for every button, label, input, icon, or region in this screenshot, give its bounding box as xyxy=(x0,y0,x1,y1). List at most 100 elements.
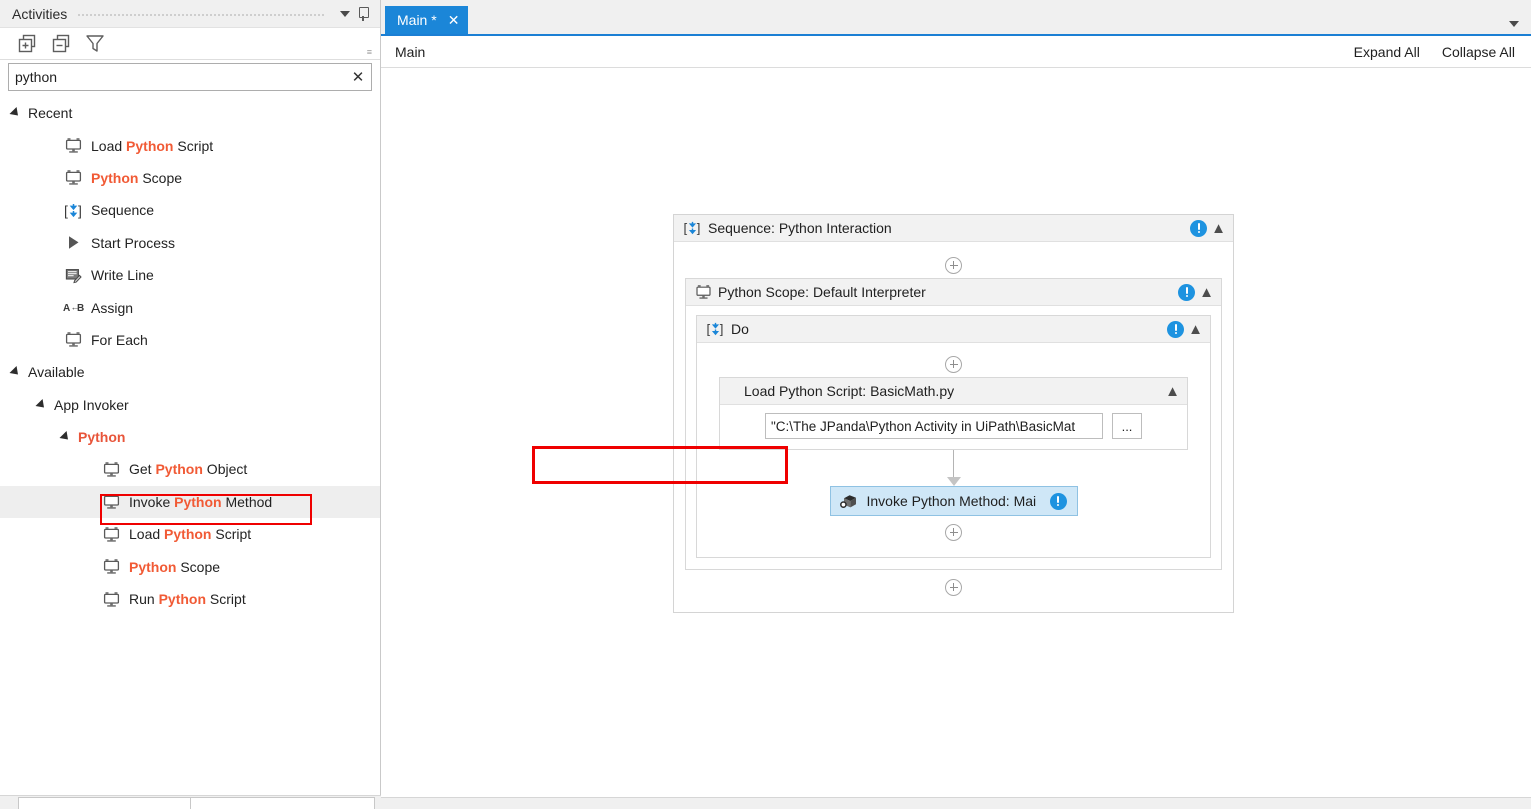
tree-item-label: For Each xyxy=(91,331,148,348)
invoke-method-icon xyxy=(839,492,859,510)
tree-group-recent[interactable]: Recent xyxy=(0,97,380,129)
expander-triangle-icon xyxy=(9,366,22,379)
tab-overflow-chevron-down-icon[interactable] xyxy=(1509,21,1519,27)
activity-icon xyxy=(100,526,122,543)
tree-group-available[interactable]: Available xyxy=(0,356,380,388)
tree-group-python[interactable]: Python xyxy=(0,421,380,453)
tree-item-get-python-object[interactable]: Get Python Object xyxy=(0,453,380,485)
tree-item-assign[interactable]: A ← B Assign xyxy=(0,291,380,323)
chevron-up-icon[interactable]: ▲ xyxy=(1165,384,1180,399)
arrow-down-icon xyxy=(946,477,961,486)
plus-icon[interactable] xyxy=(945,355,962,373)
svg-text:]: ] xyxy=(697,221,701,236)
add-activity-slot-do-top[interactable] xyxy=(719,351,1188,377)
breadcrumb-bar: Main Expand All Collapse All xyxy=(381,36,1531,68)
tree-item-load-python-script-available[interactable]: Load Python Script xyxy=(0,518,380,550)
tree-item-python-scope-available[interactable]: Python Scope xyxy=(0,550,380,582)
toolbar-overflow-icon[interactable]: ≡ xyxy=(367,48,372,57)
search-box[interactable]: python ✕ xyxy=(8,63,372,91)
sequence-header[interactable]: [ ] Sequence: Python Interaction ▲ xyxy=(674,215,1233,242)
add-activity-slot-top[interactable] xyxy=(685,252,1222,278)
browse-button[interactable]: ... xyxy=(1112,413,1142,439)
panel-title: Activities xyxy=(12,5,68,22)
pin-icon xyxy=(357,6,369,21)
expand-all-button[interactable] xyxy=(10,31,44,57)
tree-item-label: Python Scope xyxy=(129,558,221,575)
python-scope-header[interactable]: Python Scope: Default Interpreter ▲ xyxy=(686,279,1221,306)
tree-item-label: Sequence xyxy=(91,202,155,219)
do-body: Load Python Script: BasicMath.py ▲ "C:\T… xyxy=(697,343,1210,557)
plus-icon[interactable] xyxy=(945,523,962,541)
tree-item-label: Assign xyxy=(91,299,134,316)
tree-item-label: Run Python Script xyxy=(129,591,246,608)
info-badge-icon[interactable] xyxy=(1167,320,1185,338)
collapse-all-button[interactable] xyxy=(44,31,78,57)
breadcrumb[interactable]: Main xyxy=(395,44,425,60)
workflow-canvas[interactable]: [ ] Sequence: Python Interaction ▲ Pytho… xyxy=(381,68,1531,809)
activity-invoke-python-method[interactable]: Invoke Python Method: Mai xyxy=(829,486,1078,516)
sequence-icon: [ ] xyxy=(706,321,725,337)
filter-button[interactable] xyxy=(78,31,112,57)
add-activity-slot-bottom[interactable] xyxy=(685,574,1222,600)
tree-item-start-process[interactable]: Start Process xyxy=(0,227,380,259)
tree-item-label: Load Python Script xyxy=(129,526,252,543)
filter-icon xyxy=(86,35,104,52)
tree-group-label: Recent xyxy=(28,105,73,122)
plus-icon[interactable] xyxy=(945,578,962,596)
add-activity-slot-do-bottom[interactable] xyxy=(719,519,1188,545)
activity-python-scope[interactable]: Python Scope: Default Interpreter ▲ [] … xyxy=(685,278,1222,570)
python-scope-body: [ ] Do ▲ Load Python Script: BasicMath.p… xyxy=(686,306,1221,569)
chevron-up-icon[interactable]: ▲ xyxy=(1211,221,1226,236)
tree-item-for-each[interactable]: For Each xyxy=(0,324,380,356)
activity-load-python-script[interactable]: Load Python Script: BasicMath.py ▲ "C:\T… xyxy=(719,377,1188,450)
info-badge-icon[interactable] xyxy=(1190,219,1208,237)
tab-main[interactable]: Main * ✕ xyxy=(385,6,469,34)
chevron-up-icon[interactable]: ▲ xyxy=(1188,322,1203,337)
activities-toolbar: ≡ xyxy=(0,28,380,60)
tab-strip: Main * ✕ xyxy=(381,0,1531,36)
tree-item-invoke-python-method[interactable]: Invoke Python Method xyxy=(0,485,380,519)
expand-all-link[interactable]: Expand All xyxy=(1354,44,1420,60)
chevron-down-icon xyxy=(340,10,350,17)
tree-item-label: Start Process xyxy=(91,234,176,251)
svg-text:]: ] xyxy=(720,322,724,337)
tree-item-write-line[interactable]: Write Line xyxy=(0,259,380,291)
tree-item-label: Get Python Object xyxy=(129,461,248,478)
tree-item-run-python-script[interactable]: Run Python Script xyxy=(0,583,380,615)
svg-text:B: B xyxy=(77,303,84,314)
uipath-studio-window: Activities ≡ python ✕ Recent Load Python… xyxy=(0,0,1531,809)
tree-item-sequence[interactable]: [ ] Sequence xyxy=(0,194,380,226)
close-icon[interactable]: ✕ xyxy=(448,13,460,27)
search-input[interactable]: python xyxy=(9,69,345,85)
activity-sequence-python-interaction[interactable]: [ ] Sequence: Python Interaction ▲ Pytho… xyxy=(673,214,1234,613)
tree-item-label: Python Scope xyxy=(91,169,183,186)
info-badge-icon[interactable] xyxy=(1178,283,1196,301)
tree-item-load-python-script-recent[interactable]: Load Python Script xyxy=(0,129,380,161)
svg-text:[: [ xyxy=(707,322,711,337)
activity-do[interactable]: [ ] Do ▲ Load Python Script: BasicMath.p… xyxy=(696,315,1211,558)
expander-triangle-icon xyxy=(35,398,48,411)
collapse-all-link[interactable]: Collapse All xyxy=(1442,44,1515,60)
tree-group-label: Available xyxy=(28,364,85,381)
script-path-input[interactable]: "C:\The JPanda\Python Activity in UiPath… xyxy=(765,413,1103,439)
tree-group-app-invoker[interactable]: App Invoker xyxy=(0,389,380,421)
panel-dropdown-button[interactable] xyxy=(336,5,354,23)
do-header[interactable]: [ ] Do ▲ xyxy=(697,316,1210,343)
clear-search-button[interactable]: ✕ xyxy=(345,64,371,90)
load-python-script-header[interactable]: Load Python Script: BasicMath.py ▲ xyxy=(720,378,1187,405)
svg-text:]: ] xyxy=(78,202,82,218)
play-icon xyxy=(62,234,84,251)
chevron-up-icon[interactable]: ▲ xyxy=(1199,285,1214,300)
tree-group-label: App Invoker xyxy=(54,396,129,413)
activity-title: Invoke Python Method: Mai xyxy=(866,493,1037,509)
svg-text:[: [ xyxy=(684,221,688,236)
designer-bottom-strip xyxy=(381,797,1531,809)
plus-icon[interactable] xyxy=(945,256,962,274)
panel-pin-button[interactable] xyxy=(354,5,372,23)
write-line-icon xyxy=(62,267,84,284)
tree-item-python-scope-recent[interactable]: Python Scope xyxy=(0,162,380,194)
activity-title: Do xyxy=(731,321,749,337)
svg-text:A: A xyxy=(63,303,70,314)
activity-icon xyxy=(62,169,84,186)
info-badge-icon[interactable] xyxy=(1049,492,1067,510)
